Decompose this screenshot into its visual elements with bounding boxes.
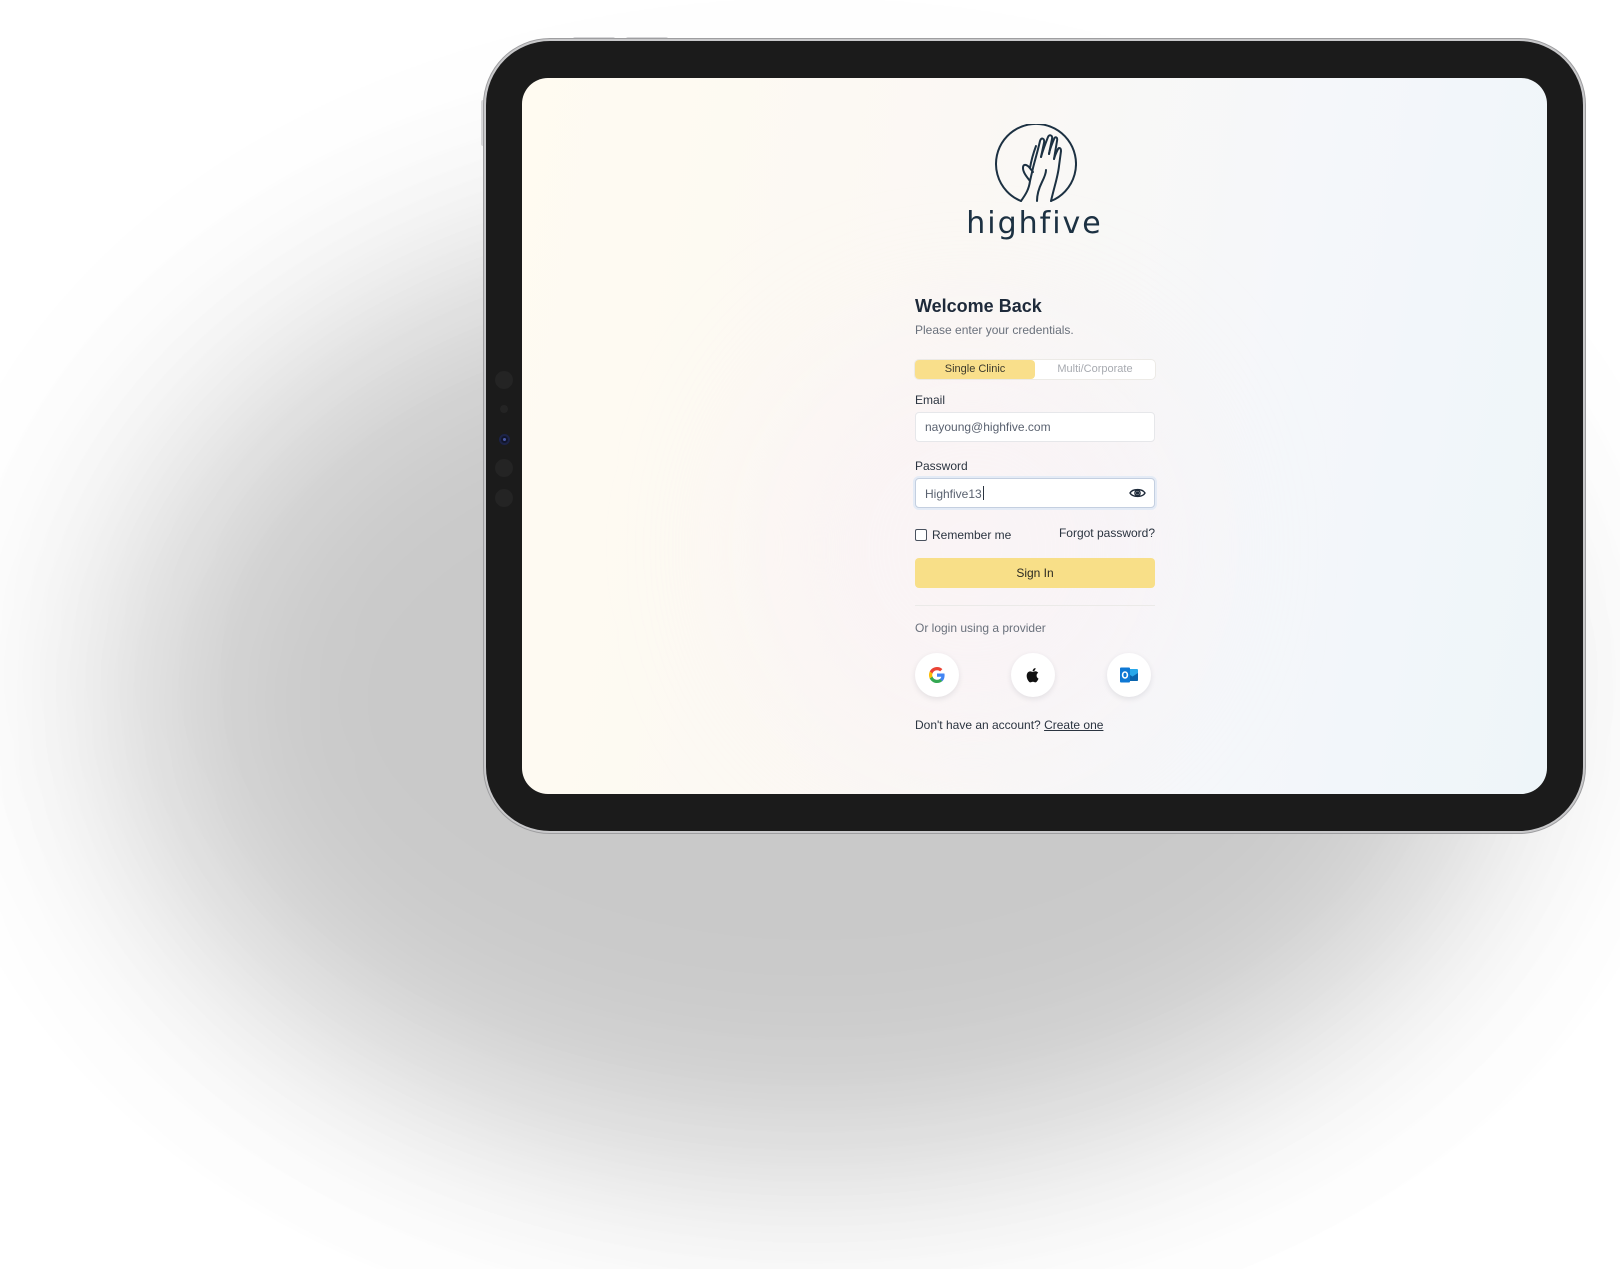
signup-prompt-text: Don't have an account? bbox=[915, 718, 1041, 732]
account-type-toggle: Single Clinic Multi/Corporate bbox=[915, 360, 1155, 379]
tablet-device: highfive Welcome Back Please enter your … bbox=[486, 41, 1583, 831]
high-five-hand-icon bbox=[995, 124, 1077, 202]
google-icon bbox=[929, 667, 945, 683]
remember-me-checkbox[interactable] bbox=[915, 529, 927, 541]
sensor-dot bbox=[495, 489, 513, 507]
tab-single-clinic[interactable]: Single Clinic bbox=[915, 360, 1035, 379]
device-screen: highfive Welcome Back Please enter your … bbox=[522, 78, 1547, 794]
remember-me: Remember me bbox=[915, 528, 1011, 542]
device-mockup-stage: highfive Welcome Back Please enter your … bbox=[0, 0, 1620, 1269]
text-caret bbox=[982, 486, 984, 500]
password-value: Highfive13 bbox=[925, 487, 982, 501]
outlook-icon bbox=[1120, 667, 1138, 683]
page-subtitle: Please enter your credentials. bbox=[915, 323, 1074, 337]
page-title: Welcome Back bbox=[915, 296, 1042, 316]
sensor-dot bbox=[495, 459, 513, 477]
sensor-dot bbox=[495, 371, 513, 389]
apple-icon bbox=[1026, 668, 1039, 683]
password-field[interactable]: Highfive13 bbox=[915, 478, 1155, 508]
provider-prompt: Or login using a provider bbox=[915, 621, 1046, 635]
email-value: nayoung@highfive.com bbox=[925, 420, 1051, 434]
remember-me-label: Remember me bbox=[932, 528, 1012, 542]
google-login-button[interactable] bbox=[915, 653, 959, 697]
sign-in-button[interactable]: Sign In bbox=[915, 558, 1155, 588]
signup-prompt: Don't have an account? Create one bbox=[915, 718, 1103, 732]
forgot-password-link[interactable]: Forgot password? bbox=[1059, 526, 1155, 540]
password-value-wrap: Highfive13 bbox=[925, 486, 984, 501]
tab-multi-corporate[interactable]: Multi/Corporate bbox=[1035, 360, 1155, 379]
email-label: Email bbox=[915, 393, 946, 407]
brand-wordmark: highfive bbox=[966, 206, 1103, 241]
front-camera bbox=[499, 434, 510, 445]
divider bbox=[915, 605, 1155, 606]
eye-icon[interactable] bbox=[1129, 486, 1146, 500]
outlook-login-button[interactable] bbox=[1107, 653, 1151, 697]
apple-login-button[interactable] bbox=[1011, 653, 1055, 697]
email-field[interactable]: nayoung@highfive.com bbox=[915, 412, 1155, 442]
sensor-dot bbox=[500, 405, 508, 413]
create-account-link[interactable]: Create one bbox=[1044, 718, 1103, 732]
password-label: Password bbox=[915, 459, 968, 473]
